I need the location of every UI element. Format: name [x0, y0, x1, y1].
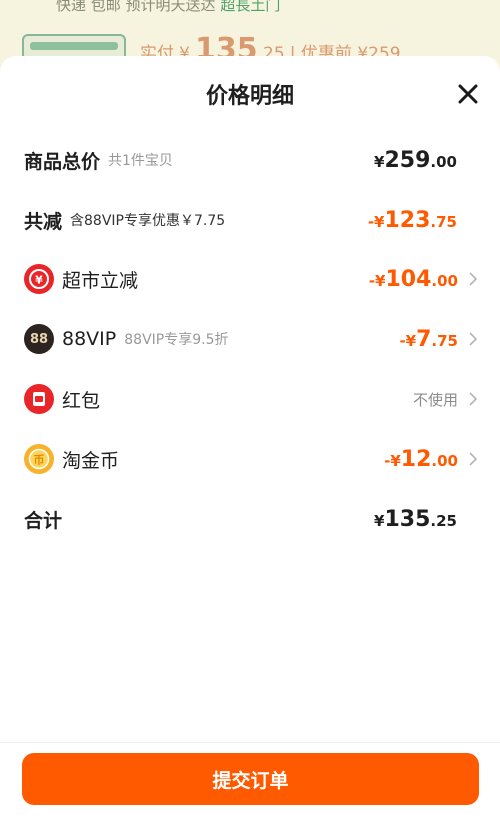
background-delivery-text: 快递 包邮 预计明天送达 [56, 0, 221, 14]
red-packet-value: 不使用 [412, 390, 458, 409]
chevron-right-icon[interactable] [468, 451, 478, 467]
vip-88-icon: 88 [24, 324, 54, 354]
goods-total-label: 商品总价 [24, 150, 101, 173]
red-packet-label: 红包 [62, 389, 101, 412]
red-packet-icon [24, 384, 54, 414]
row-88vip[interactable]: 88 88VIP 88VIP专享9.5折 -¥ 7.75 [0, 319, 500, 359]
total-discount-label: 共减 [24, 210, 63, 233]
total-discount-amount: -¥ 123.75 [367, 207, 457, 233]
svg-text:币: 币 [34, 454, 45, 467]
chevron-right-icon[interactable] [468, 331, 478, 347]
taobao-coin-icon: 币 [24, 444, 54, 474]
row-goods-total: 商品总价 共1件宝贝 ¥259.00 [0, 140, 500, 180]
row-red-packet[interactable]: 红包 不使用 [0, 379, 500, 419]
sum-total-price: ¥135.25 [374, 506, 457, 532]
taobao-coins-label: 淘金币 [62, 449, 120, 472]
goods-total-count: 共1件宝贝 [108, 153, 173, 169]
sheet-title: 价格明细 [205, 84, 294, 109]
sum-total-label: 合计 [24, 509, 63, 532]
row-sum-total: 合计 ¥135.25 [0, 499, 500, 539]
background-delivery-link: 超長土门 [220, 0, 281, 14]
footer-divider [0, 742, 500, 743]
goods-total-price: ¥259.00 [374, 147, 457, 173]
row-supermarket-discount[interactable]: ¥ 超市立减 -¥ 104.00 [0, 259, 500, 299]
close-icon[interactable] [456, 82, 480, 106]
vip-detail: 88VIP专享9.5折 [124, 332, 229, 348]
row-taobao-coins[interactable]: 币 淘金币 -¥ 12.00 [0, 439, 500, 479]
row-total-discount: 共减 含88VIP专享优惠￥7.75 -¥ 123.75 [0, 200, 500, 240]
supermarket-discount-amount: -¥ 104.00 [368, 266, 458, 292]
supermarket-discount-label: 超市立减 [62, 269, 139, 292]
taobao-coins-amount: -¥ 12.00 [384, 446, 458, 472]
chevron-right-icon[interactable] [468, 391, 478, 407]
vip-discount-amount: -¥ 7.75 [399, 326, 458, 352]
total-discount-detail: 含88VIP专享优惠￥7.75 [70, 213, 226, 229]
close-button[interactable] [456, 82, 480, 106]
svg-text:¥: ¥ [35, 274, 43, 287]
vip-label: 88VIP [62, 328, 117, 350]
background-delivery-line: 快递 包邮 预计明天送达 超長土门 [56, 0, 280, 15]
chevron-right-icon[interactable] [468, 271, 478, 287]
price-detail-sheet: 价格明细 商品总价 共1件宝贝 ¥259.00 共减 含88VIP专享优惠￥7.… [0, 56, 500, 818]
submit-order-button[interactable]: 提交订单 [22, 753, 479, 805]
supermarket-discount-icon: ¥ [24, 264, 54, 294]
